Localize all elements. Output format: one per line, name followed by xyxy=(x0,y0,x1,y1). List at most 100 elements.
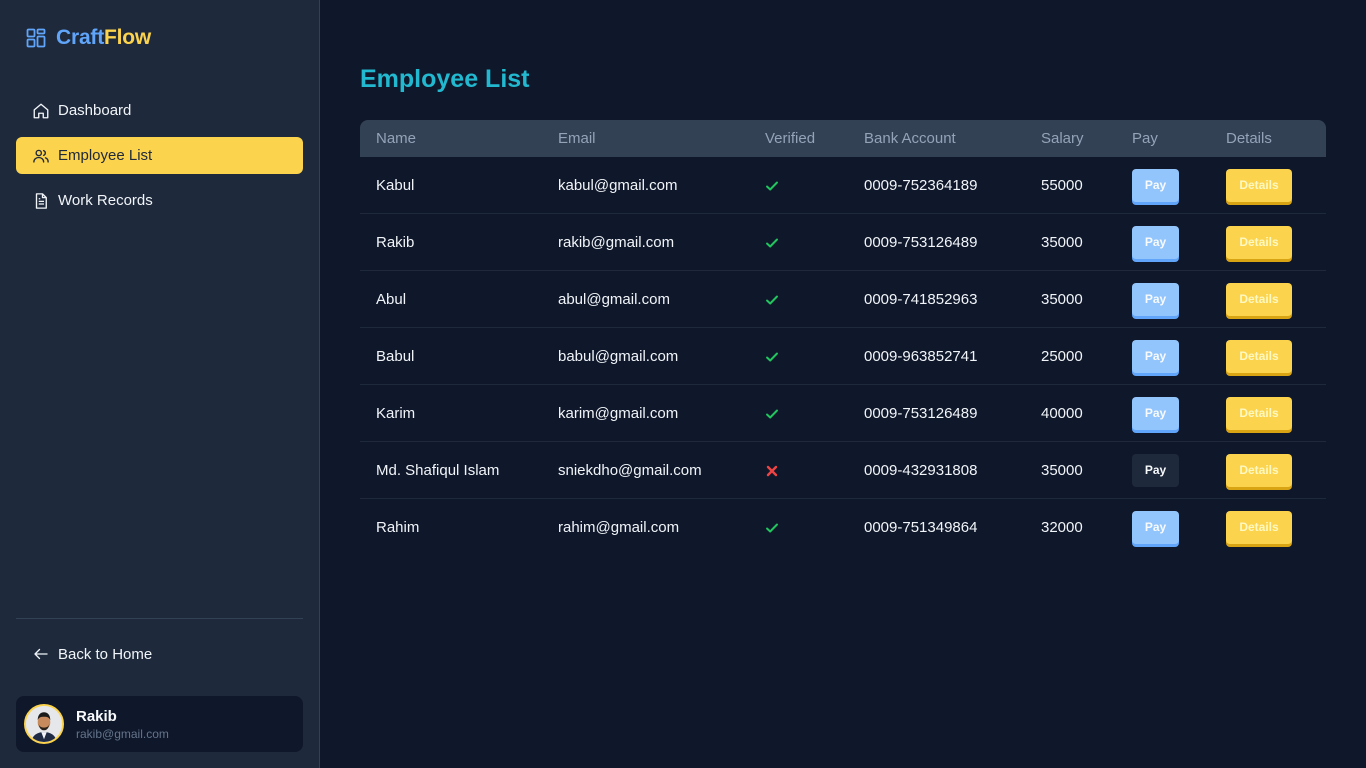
column-header-pay: Pay xyxy=(1132,130,1158,147)
cell-salary: 35000 xyxy=(1041,291,1083,308)
users-icon xyxy=(33,149,49,163)
cell-name: Rakib xyxy=(376,234,415,251)
cell-bank-account: 0009-963852741 xyxy=(864,348,978,365)
sidebar-item-work-records[interactable]: Work Records xyxy=(16,182,303,219)
cell-bank-account: 0009-753126489 xyxy=(864,405,978,422)
page-title: Employee List xyxy=(360,65,530,93)
cell-name: Md. Shafiqul Islam xyxy=(376,462,500,479)
details-button[interactable]: Details xyxy=(1226,169,1292,202)
table-body: Kabul kabul@gmail.com 0009-752364189 55000 P… xyxy=(360,157,1326,556)
cell-bank-account: 0009-741852963 xyxy=(864,291,978,308)
sidebar-item-label: Employee List xyxy=(58,147,153,164)
cell-salary: 35000 xyxy=(1041,234,1083,251)
details-button[interactable]: Details xyxy=(1226,283,1292,316)
table-row: Rahim rahim@gmail.com 0009-751349864 32000 P… xyxy=(360,499,1326,556)
check-icon xyxy=(765,179,779,193)
cell-name: Abul xyxy=(376,291,407,308)
cell-email: abul@gmail.com xyxy=(558,291,670,308)
avatar xyxy=(24,704,64,744)
check-icon xyxy=(765,293,779,307)
details-button[interactable]: Details xyxy=(1226,511,1292,544)
back-to-home-label: Back to Home xyxy=(58,645,153,663)
cross-icon xyxy=(765,464,779,478)
brand-logo[interactable]: CraftFlow xyxy=(26,26,151,50)
main-content: Employee List Name Email Verified Bank A… xyxy=(320,0,1366,768)
cell-email: babul@gmail.com xyxy=(558,348,679,365)
cell-verified xyxy=(765,328,779,385)
cell-salary: 32000 xyxy=(1041,519,1083,536)
table-row: Kabul kabul@gmail.com 0009-752364189 55000 P… xyxy=(360,157,1326,214)
column-header-verified: Verified xyxy=(765,130,816,147)
sidebar-item-employee-list[interactable]: Employee List xyxy=(16,137,303,174)
cell-email: karim@gmail.com xyxy=(558,405,679,422)
check-icon xyxy=(765,521,779,535)
details-button[interactable]: Details xyxy=(1226,226,1292,259)
pay-button[interactable]: Pay xyxy=(1132,397,1179,430)
pay-button[interactable]: Pay xyxy=(1132,226,1179,259)
pay-button[interactable]: Pay xyxy=(1132,169,1179,202)
details-button[interactable]: Details xyxy=(1226,454,1292,487)
cell-bank-account: 0009-753126489 xyxy=(864,234,978,251)
details-button[interactable]: Details xyxy=(1226,397,1292,430)
brand-name-part2: Flow xyxy=(104,26,152,49)
cell-email: rakib@gmail.com xyxy=(558,234,675,251)
cell-salary: 55000 xyxy=(1041,177,1083,194)
table-row: Md. Shafiqul Islam sniekdho@gmail.com 0009… xyxy=(360,442,1326,499)
cell-salary: 25000 xyxy=(1041,348,1083,365)
user-email: rakib@gmail.com xyxy=(76,726,169,741)
table-row: Rakib rakib@gmail.com 0009-753126489 35000 P… xyxy=(360,214,1326,271)
pay-button[interactable]: Pay xyxy=(1132,283,1179,316)
user-avatar-icon xyxy=(26,706,62,742)
back-to-home-link[interactable]: Back to Home xyxy=(16,636,303,672)
sidebar: CraftFlow Dashboard Employee List Work R… xyxy=(0,0,320,768)
home-icon xyxy=(33,103,49,118)
dashboard-grid-icon xyxy=(26,28,46,48)
sidebar-nav: Dashboard Employee List Work Records xyxy=(16,92,303,227)
brand-name: CraftFlow xyxy=(56,26,151,50)
user-profile-card[interactable]: Rakib rakib@gmail.com xyxy=(16,696,303,752)
cell-verified xyxy=(765,271,779,328)
column-header-email: Email xyxy=(558,130,596,147)
column-header-salary: Salary xyxy=(1041,130,1084,147)
cell-bank-account: 0009-752364189 xyxy=(864,177,978,194)
check-icon xyxy=(765,407,779,421)
cell-name: Babul xyxy=(376,348,415,365)
cell-bank-account: 0009-751349864 xyxy=(864,519,978,536)
cell-email: rahim@gmail.com xyxy=(558,519,680,536)
cell-email: sniekdho@gmail.com xyxy=(558,462,702,479)
brand-name-part1: Craft xyxy=(56,26,105,49)
document-icon xyxy=(35,192,47,209)
cell-verified xyxy=(765,157,779,214)
user-name: Rakib xyxy=(76,707,117,725)
cell-verified xyxy=(765,385,779,442)
pay-button[interactable]: Pay xyxy=(1132,340,1179,373)
cell-verified xyxy=(765,214,779,271)
column-header-bank-account: Bank Account xyxy=(864,130,956,147)
sidebar-divider xyxy=(16,618,303,619)
column-header-name: Name xyxy=(376,130,417,147)
cell-verified xyxy=(765,499,779,556)
table-row: Babul babul@gmail.com 0009-963852741 25000 P… xyxy=(360,328,1326,385)
pay-button[interactable]: Pay xyxy=(1132,511,1179,544)
details-button[interactable]: Details xyxy=(1226,340,1292,373)
check-icon xyxy=(765,236,779,250)
cell-bank-account: 0009-432931808 xyxy=(864,462,978,479)
check-icon xyxy=(765,350,779,364)
sidebar-item-label: Dashboard xyxy=(58,102,132,119)
cell-salary: 35000 xyxy=(1041,462,1083,479)
table-row: Karim karim@gmail.com 0009-753126489 40000 P… xyxy=(360,385,1326,442)
employee-table: Name Email Verified Bank Account Salary … xyxy=(360,120,1326,556)
cell-email: kabul@gmail.com xyxy=(558,177,678,194)
table-header: Name Email Verified Bank Account Salary … xyxy=(360,120,1326,157)
sidebar-item-dashboard[interactable]: Dashboard xyxy=(16,92,303,129)
cell-name: Kabul xyxy=(376,177,415,194)
cell-verified xyxy=(765,442,779,499)
user-info: Rakib rakib@gmail.com xyxy=(76,708,169,741)
pay-button[interactable]: Pay xyxy=(1132,454,1179,487)
cell-name: Karim xyxy=(376,405,416,422)
column-header-details: Details xyxy=(1226,130,1272,147)
arrow-left-icon xyxy=(34,648,48,660)
table-row: Abul abul@gmail.com 0009-741852963 35000 Pay… xyxy=(360,271,1326,328)
cell-name: Rahim xyxy=(376,519,420,536)
cell-salary: 40000 xyxy=(1041,405,1083,422)
